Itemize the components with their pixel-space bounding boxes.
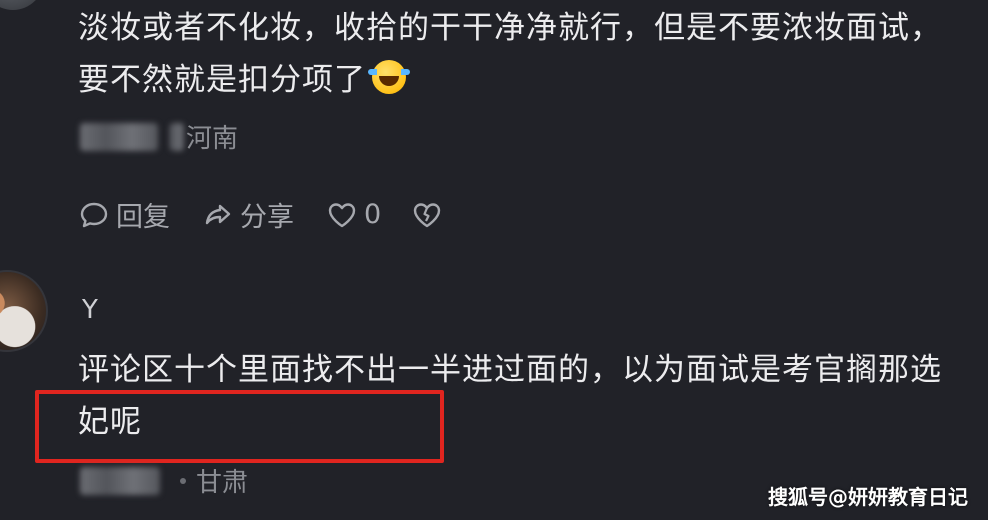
reply-label: 回复: [116, 202, 170, 233]
like-count: 0: [364, 199, 382, 230]
comment-1-meta: 河南: [80, 118, 238, 155]
comment-1-location: 河南: [186, 124, 239, 154]
comment-1-text: 淡妆或者不化妆，收拾的干干净净就行，但是不要浓妆面试，要不然就是扣分项了: [78, 2, 958, 106]
watermark: 搜狐号@妍妍教育日记: [768, 485, 968, 509]
broken-heart-icon: [413, 202, 441, 227]
avatar-previous[interactable]: [0, 0, 44, 10]
blurred-timestamp: [80, 466, 160, 495]
comment-1-actions: 回复 分享 0: [78, 195, 481, 234]
dislike-button[interactable]: [411, 199, 449, 231]
like-button[interactable]: 0: [326, 199, 381, 231]
share-label: 分享: [240, 202, 294, 233]
heart-icon: [328, 202, 356, 227]
blurred-timestamp: [80, 122, 158, 151]
comment-2-username[interactable]: Y: [82, 295, 98, 325]
comment-1-body: 淡妆或者不化妆，收拾的干干净净就行，但是不要浓妆面试，要不然就是扣分项了: [78, 10, 942, 98]
highlight-box: [35, 390, 444, 463]
share-button[interactable]: 分享: [202, 195, 294, 234]
comment-2-meta: 甘肃: [80, 462, 248, 499]
comment-2-location: 甘肃: [196, 468, 249, 498]
share-arrow-icon: [205, 204, 231, 224]
meta-separator: [180, 477, 186, 484]
laughing-crying-emoji-icon: [368, 60, 410, 94]
comment-bubble-icon: [80, 202, 108, 227]
reply-button[interactable]: 回复: [78, 195, 170, 234]
avatar[interactable]: [0, 270, 48, 352]
blurred-location-prefix: [170, 122, 184, 151]
